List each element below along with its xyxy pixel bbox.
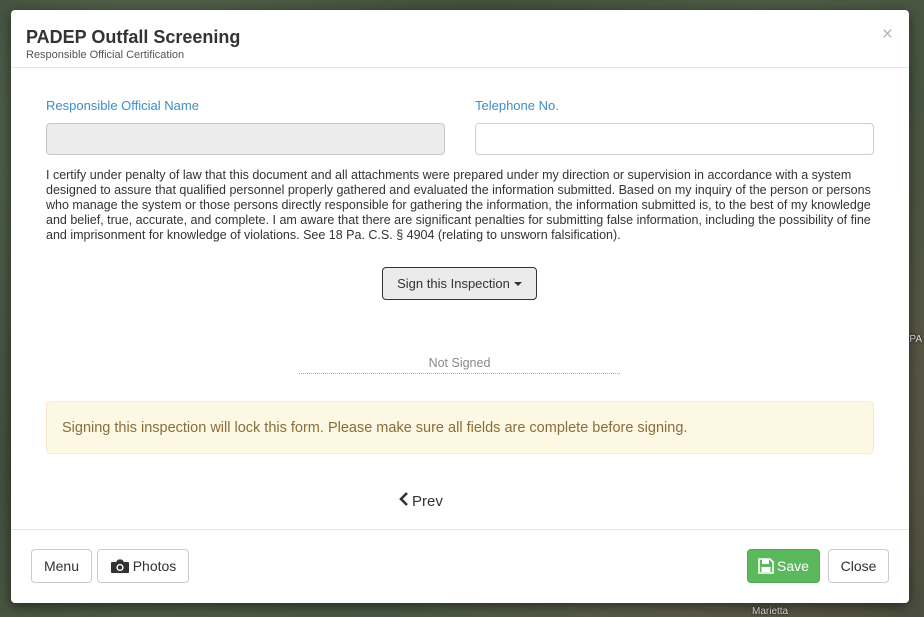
map-label-pa: PA <box>909 334 922 345</box>
camera-icon <box>110 558 130 574</box>
modal-subtitle: Responsible Official Certification <box>26 49 185 61</box>
signature-status: Not Signed <box>299 356 620 374</box>
official-name-label: Responsible Official Name <box>46 98 199 113</box>
photos-label: Photos <box>132 558 177 574</box>
certification-modal: PADEP Outfall Screening Responsible Offi… <box>11 10 909 603</box>
save-label: Save <box>777 558 809 574</box>
menu-button[interactable]: Menu <box>31 549 92 583</box>
photos-button[interactable]: Photos <box>97 549 189 583</box>
sign-inspection-label: Sign this Inspection <box>397 276 510 291</box>
close-label: Close <box>840 558 877 574</box>
prev-label: Prev <box>412 493 443 510</box>
telephone-input[interactable] <box>475 123 874 155</box>
certification-statement: I certify under penalty of law that this… <box>46 168 871 242</box>
prev-button[interactable]: Prev <box>399 492 443 511</box>
close-icon[interactable]: × <box>882 25 893 44</box>
lock-warning-text: Signing this inspection will lock this f… <box>62 419 688 436</box>
floppy-disk-icon <box>758 558 774 574</box>
official-name-input[interactable] <box>46 123 445 155</box>
modal-header: PADEP Outfall Screening Responsible Offi… <box>11 10 909 68</box>
menu-label: Menu <box>43 558 80 574</box>
close-button[interactable]: Close <box>828 549 889 583</box>
lock-warning-alert: Signing this inspection will lock this f… <box>46 401 874 454</box>
sign-inspection-button[interactable]: Sign this Inspection <box>382 267 537 300</box>
map-label-marietta: Marietta <box>752 606 789 617</box>
caret-down-icon <box>513 281 522 286</box>
modal-title: PADEP Outfall Screening <box>26 27 241 47</box>
chevron-left-icon <box>399 492 409 511</box>
save-button[interactable]: Save <box>747 549 820 583</box>
telephone-label: Telephone No. <box>475 98 559 113</box>
